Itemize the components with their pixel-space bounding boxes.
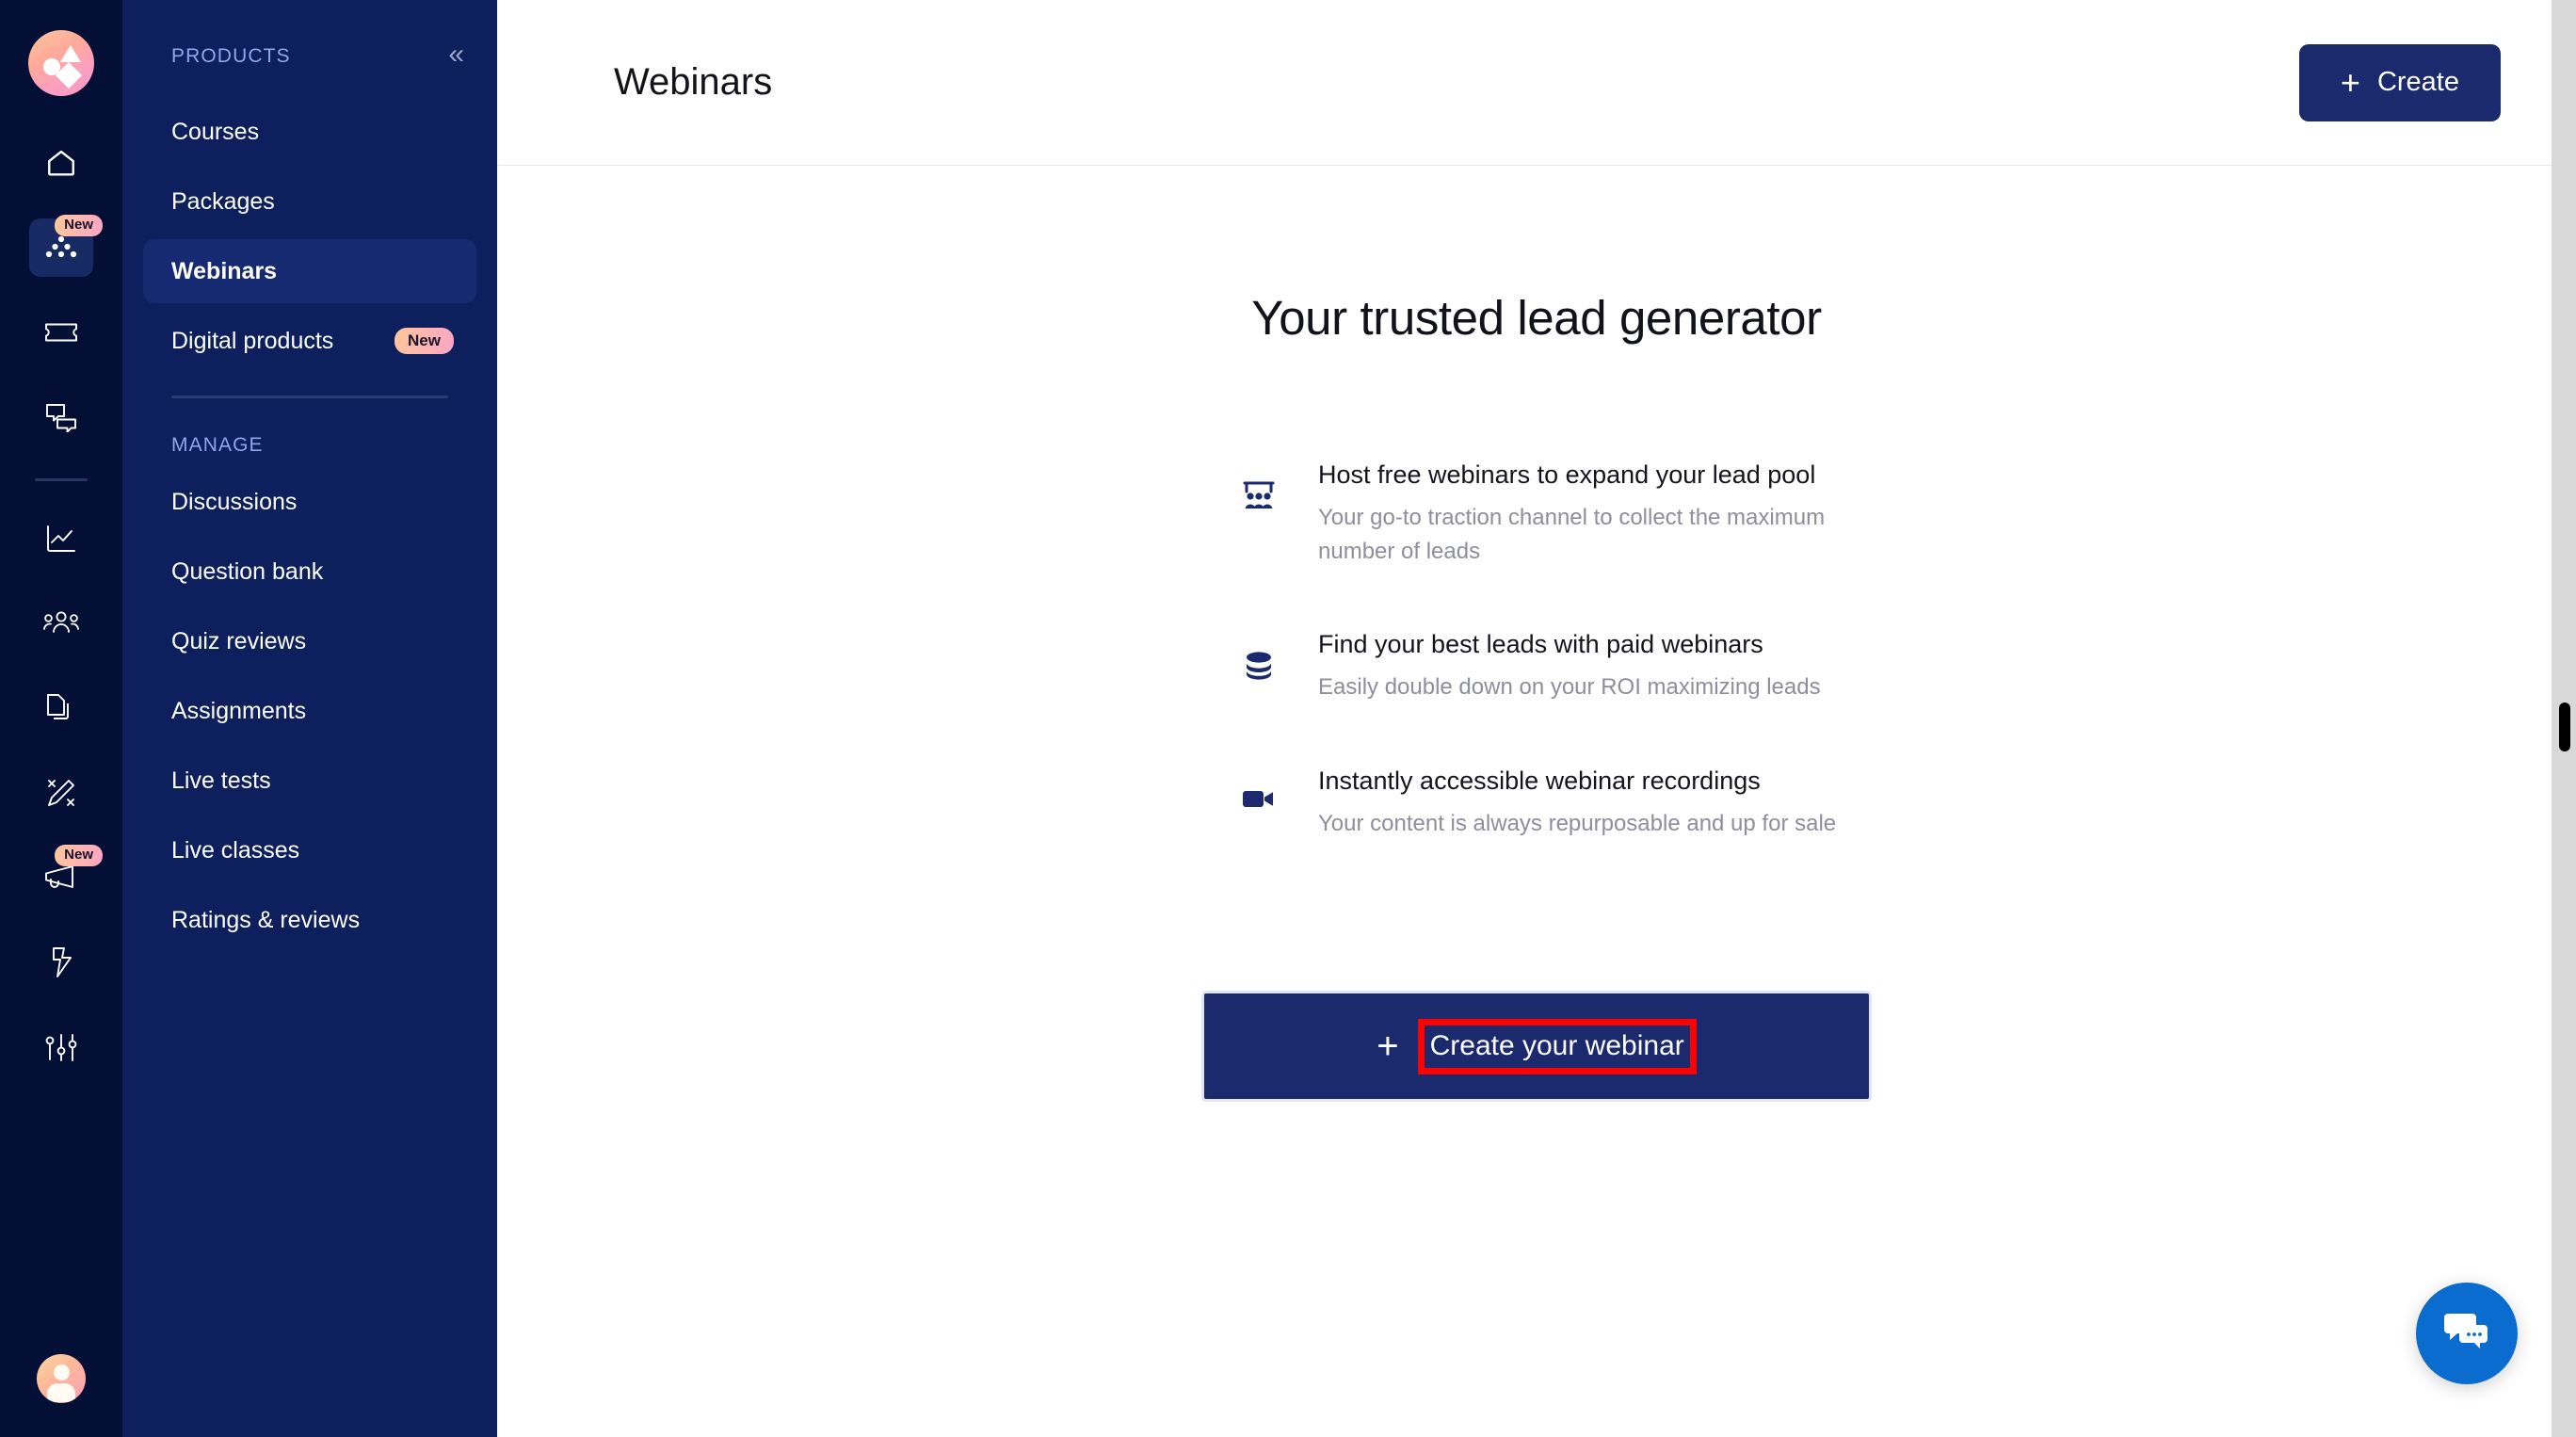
presentation-audience-icon — [1237, 457, 1280, 511]
sidebar-item-courses[interactable]: Courses — [143, 100, 476, 164]
create-button[interactable]: + Create — [2298, 43, 2501, 121]
rail-item-automation[interactable] — [29, 933, 93, 992]
sidebar-item-quiz-reviews[interactable]: Quiz reviews — [143, 609, 476, 673]
user-avatar[interactable] — [37, 1354, 86, 1403]
create-your-webinar-label: Create your webinar — [1417, 1018, 1697, 1074]
sidebar-item-discussions[interactable]: Discussions — [143, 470, 476, 534]
rail-item-pages[interactable] — [29, 679, 93, 737]
feature-text: Find your best leads with paid webinars … — [1318, 626, 1821, 704]
sidebar-item-label: Courses — [171, 118, 260, 145]
collapse-sidebar-icon[interactable]: « — [439, 40, 471, 69]
rail-item-settings[interactable] — [29, 1018, 93, 1076]
chat-bubbles-icon — [2440, 1308, 2493, 1360]
sidebar-item-label: Ratings & reviews — [171, 906, 361, 933]
rail-divider — [35, 478, 88, 481]
design-icon — [45, 777, 77, 809]
rail-item-coupons[interactable] — [29, 303, 93, 362]
sidebar-item-live-tests[interactable]: Live tests — [143, 749, 476, 813]
feature-text: Instantly accessible webinar recordings … — [1318, 763, 1836, 841]
feature-description: Your go-to traction channel to collect t… — [1318, 505, 1826, 564]
scrollbar-track[interactable] — [2552, 0, 2576, 1437]
rail-item-analytics[interactable] — [29, 509, 93, 568]
sidebar: PRODUCTS « Courses Packages Webinars Dig… — [122, 0, 497, 1437]
create-your-webinar-button[interactable]: + Create your webinar — [1201, 991, 1872, 1103]
feature-description: Your content is always repurposable and … — [1318, 810, 1837, 836]
sidebar-manage-label: MANAGE — [171, 434, 264, 456]
top-bar: Webinars + Create — [497, 0, 2576, 166]
page-title: Webinars — [614, 61, 773, 103]
products-icon — [44, 234, 78, 262]
home-icon — [45, 147, 77, 179]
sidebar-item-packages[interactable]: Packages — [143, 170, 476, 234]
avatar-body-shape — [47, 1383, 75, 1402]
brand-logo[interactable] — [28, 30, 94, 96]
scrollbar-thumb[interactable] — [2559, 702, 2570, 751]
rail-item-design[interactable] — [29, 764, 93, 822]
pages-icon — [46, 692, 76, 724]
video-camera-icon — [1237, 763, 1280, 812]
icon-rail: New New — [0, 0, 122, 1437]
sidebar-item-digital-products[interactable]: Digital products New — [143, 309, 476, 373]
feature-item: Host free webinars to expand your lead p… — [1237, 457, 1859, 568]
cta-wrapper: + Create your webinar — [1201, 991, 1872, 1103]
sidebar-item-label: Quiz reviews — [171, 627, 307, 654]
sidebar-header: PRODUCTS « — [143, 0, 476, 69]
coins-stack-icon — [1237, 626, 1280, 681]
feature-title: Find your best leads with paid webinars — [1318, 630, 1763, 659]
sidebar-item-question-bank[interactable]: Question bank — [143, 540, 476, 604]
main-content: Webinars + Create Your trusted lead gene… — [497, 0, 2576, 1437]
sidebar-item-label: Question bank — [171, 557, 324, 585]
sidebar-item-label: Live classes — [171, 836, 300, 864]
sidebar-item-assignments[interactable]: Assignments — [143, 679, 476, 743]
ticket-icon — [44, 320, 78, 345]
feature-list: Host free webinars to expand your lead p… — [1237, 457, 1859, 898]
chat-icon — [45, 402, 77, 432]
analytics-icon — [45, 524, 77, 554]
logo-triangle-shape — [60, 45, 81, 62]
plus-icon: + — [2340, 62, 2360, 102]
feature-text: Host free webinars to expand your lead p… — [1318, 457, 1859, 568]
sliders-icon — [44, 1032, 78, 1062]
sidebar-item-label: Assignments — [171, 697, 307, 724]
rail-item-home[interactable] — [29, 134, 93, 192]
feature-title: Instantly accessible webinar recordings — [1318, 766, 1761, 795]
sidebar-item-label: Digital products — [171, 327, 334, 354]
people-icon — [43, 610, 79, 637]
feature-item: Instantly accessible webinar recordings … — [1237, 763, 1859, 841]
feature-title: Host free webinars to expand your lead p… — [1318, 460, 1816, 489]
feature-description: Easily double down on your ROI maximizin… — [1318, 674, 1821, 701]
avatar-head-shape — [53, 1364, 70, 1380]
sidebar-item-label: Live tests — [171, 767, 271, 794]
rail-item-marketing[interactable]: New — [29, 845, 103, 907]
sidebar-products-label: PRODUCTS — [171, 45, 291, 67]
bolt-icon — [48, 946, 74, 978]
rail-item-messages[interactable] — [29, 388, 93, 446]
rail-item-learners[interactable] — [29, 594, 93, 653]
content-area: Your trusted lead generator Host free we… — [497, 166, 2576, 1103]
sidebar-item-webinars[interactable]: Webinars — [143, 239, 476, 303]
rail-badge-new-products: New — [55, 215, 103, 236]
sidebar-item-live-classes[interactable]: Live classes — [143, 818, 476, 882]
sidebar-item-label: Packages — [171, 187, 275, 215]
create-button-label: Create — [2376, 67, 2459, 97]
feature-item: Find your best leads with paid webinars … — [1237, 626, 1859, 704]
megaphone-icon — [44, 864, 78, 891]
chat-support-button[interactable] — [2416, 1283, 2518, 1384]
sidebar-badge-new: New — [394, 327, 454, 355]
sidebar-item-label: Webinars — [171, 257, 278, 284]
plus-icon: + — [1377, 1025, 1399, 1068]
rail-item-products[interactable]: New — [29, 215, 103, 277]
hero-title: Your trusted lead generator — [1251, 291, 1822, 345]
rail-badge-new-marketing: New — [55, 845, 103, 866]
sidebar-item-label: Discussions — [171, 488, 298, 515]
sidebar-item-ratings-reviews[interactable]: Ratings & reviews — [143, 888, 476, 952]
